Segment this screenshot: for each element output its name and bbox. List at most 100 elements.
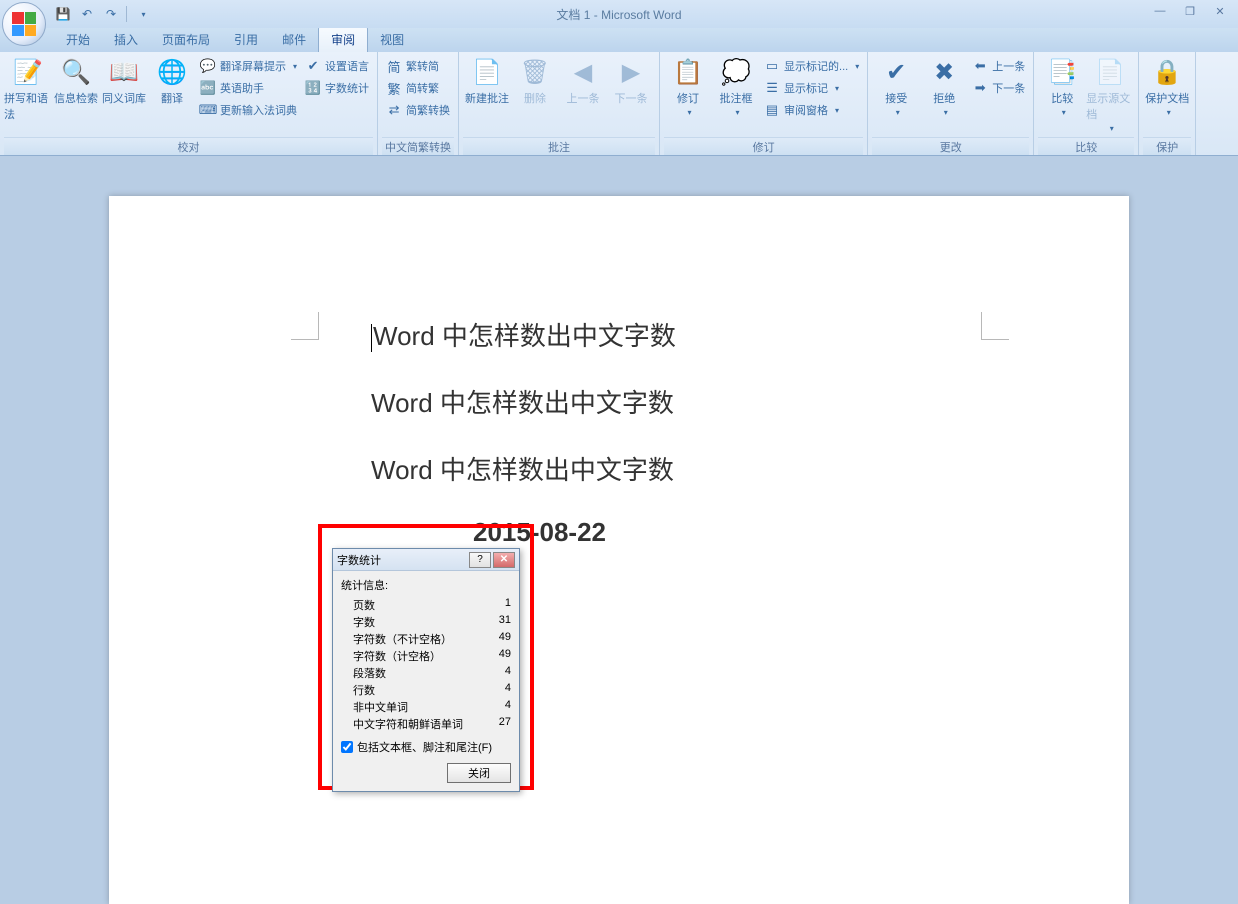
new-comment-button[interactable]: 📄新建批注 — [463, 54, 511, 108]
dialog-title: 字数统计 — [337, 552, 467, 568]
track-changes-button[interactable]: 📋修订 — [664, 54, 712, 119]
set-language-button[interactable]: ✔设置语言 — [301, 56, 373, 76]
protect-label: 保护文档 — [1145, 90, 1189, 106]
tab-review[interactable]: 审阅 — [318, 26, 368, 52]
stat-value: 4 — [505, 665, 511, 681]
research-button[interactable]: 🔍 信息检索 — [52, 54, 100, 108]
quick-access-toolbar: 💾 ↶ ↷ — [54, 5, 151, 23]
accept-button[interactable]: ✔ 接受 — [872, 54, 920, 119]
word-count-icon: 🔢 — [305, 80, 321, 96]
qat-customize-icon[interactable] — [133, 5, 151, 23]
margin-corner-tl — [291, 312, 319, 340]
save-icon[interactable]: 💾 — [54, 5, 72, 23]
tab-page-layout[interactable]: 页面布局 — [150, 27, 222, 52]
minimize-button[interactable]: — — [1146, 2, 1174, 20]
tab-home[interactable]: 开始 — [54, 27, 102, 52]
stat-value: 4 — [505, 682, 511, 698]
convert-button[interactable]: ⇄简繁转换 — [382, 100, 454, 120]
undo-icon[interactable]: ↶ — [78, 5, 96, 23]
group-proofing: 📝 拼写和语法 🔍 信息检索 📖 同义词库 🌐 翻译 💬翻译屏幕提示 🔤英语助手… — [0, 52, 378, 155]
tab-references[interactable]: 引用 — [222, 27, 270, 52]
update-ime-label: 更新输入法词典 — [220, 102, 297, 118]
prev-comment-button[interactable]: ◀上一条 — [559, 54, 607, 108]
group-chinese-label: 中文简繁转换 — [382, 137, 454, 155]
reject-icon: ✖ — [928, 56, 960, 88]
redo-icon[interactable]: ↷ — [102, 5, 120, 23]
next-comment-button[interactable]: ▶下一条 — [607, 54, 655, 108]
stat-label: 页数 — [353, 597, 375, 613]
dialog-titlebar[interactable]: 字数统计 ? ✕ — [333, 549, 519, 571]
tab-mailings[interactable]: 邮件 — [270, 27, 318, 52]
window-title: 文档 1 - Microsoft Word — [556, 6, 681, 23]
accept-label: 接受 — [885, 90, 907, 106]
show-markup-button[interactable]: ☰显示标记 — [760, 78, 863, 98]
reviewing-pane-button[interactable]: ▤审阅窗格 — [760, 100, 863, 120]
spell-check-icon: 📝 — [12, 56, 44, 88]
display-markup-label: 显示标记的... — [784, 58, 848, 74]
track-label: 修订 — [677, 90, 699, 106]
delete-icon: 🗑 — [519, 56, 551, 88]
reject-button[interactable]: ✖拒绝 — [920, 54, 968, 119]
balloons-button[interactable]: 💭批注框 — [712, 54, 760, 119]
compare-button[interactable]: 📑比较 — [1038, 54, 1086, 119]
stat-label: 非中文单词 — [353, 699, 408, 715]
document-page[interactable]: Word 中怎样数出中文字数 Word 中怎样数出中文字数 Word 中怎样数出… — [109, 196, 1129, 904]
prev-change-icon: ⬅ — [972, 58, 988, 74]
translate-icon: 🌐 — [156, 56, 188, 88]
translate-tip-button[interactable]: 💬翻译屏幕提示 — [196, 56, 301, 76]
dialog-close-button[interactable]: ✕ — [493, 552, 515, 568]
prev-comment-label: 上一条 — [567, 90, 600, 106]
group-chinese: 简繁转简 繁简转繁 ⇄简繁转换 中文简繁转换 — [378, 52, 459, 155]
english-helper-button[interactable]: 🔤英语助手 — [196, 78, 301, 98]
translate-tip-label: 翻译屏幕提示 — [220, 58, 286, 74]
stat-row: 字数31 — [341, 614, 511, 631]
doc-line-2: Word 中怎样数出中文字数 — [371, 383, 941, 420]
next-change-button[interactable]: ➡下一条 — [968, 78, 1029, 98]
tab-view[interactable]: 视图 — [368, 27, 416, 52]
ribbon: 📝 拼写和语法 🔍 信息检索 📖 同义词库 🌐 翻译 💬翻译屏幕提示 🔤英语助手… — [0, 52, 1238, 156]
doc-line-1: Word 中怎样数出中文字数 — [371, 316, 941, 353]
group-comments: 📄新建批注 🗑删除 ◀上一条 ▶下一条 批注 — [459, 52, 660, 155]
stat-value: 49 — [499, 631, 511, 647]
include-footnotes-checkbox[interactable]: 包括文本框、脚注和尾注(F) — [341, 739, 511, 755]
office-button[interactable] — [2, 2, 46, 46]
prev-change-button[interactable]: ⬅上一条 — [968, 56, 1029, 76]
display-markup-button[interactable]: ▭显示标记的... — [760, 56, 863, 76]
checkbox-input[interactable] — [341, 741, 353, 753]
thesaurus-button[interactable]: 📖 同义词库 — [100, 54, 148, 108]
sc2tc-icon: 简 — [386, 58, 402, 74]
tooltip-icon: 💬 — [200, 58, 216, 74]
sc2tc-button[interactable]: 简繁转简 — [382, 56, 454, 76]
spell-grammar-button[interactable]: 📝 拼写和语法 — [4, 54, 52, 124]
tc2sc-icon: 繁 — [386, 80, 402, 96]
document-area[interactable]: Word 中怎样数出中文字数 Word 中怎样数出中文字数 Word 中怎样数出… — [0, 156, 1238, 904]
dialog-close-ok-button[interactable]: 关闭 — [447, 763, 511, 783]
convert-label: 简繁转换 — [406, 102, 450, 118]
next-comment-label: 下一条 — [615, 90, 648, 106]
language-icon: ✔ — [305, 58, 321, 74]
source-doc-button[interactable]: 📄显示源文档 — [1086, 54, 1134, 135]
dialog-help-button[interactable]: ? — [469, 552, 491, 568]
translate-button[interactable]: 🌐 翻译 — [148, 54, 196, 108]
protect-doc-button[interactable]: 🔒保护文档 — [1143, 54, 1191, 119]
stat-row: 中文字符和朝鲜语单词27 — [341, 716, 511, 733]
balloon-icon: 💭 — [720, 56, 752, 88]
tab-insert[interactable]: 插入 — [102, 27, 150, 52]
update-ime-button[interactable]: ⌨更新输入法词典 — [196, 100, 301, 120]
thesaurus-icon: 📖 — [108, 56, 140, 88]
compare-label: 比较 — [1051, 90, 1073, 106]
group-proofing-label: 校对 — [4, 137, 373, 155]
new-comment-label: 新建批注 — [465, 90, 509, 106]
word-count-button[interactable]: 🔢字数统计 — [301, 78, 373, 98]
stat-value: 27 — [499, 716, 511, 732]
close-button[interactable]: ✕ — [1206, 2, 1234, 20]
delete-comment-button[interactable]: 🗑删除 — [511, 54, 559, 108]
tc2sc-button[interactable]: 繁简转繁 — [382, 78, 454, 98]
window-controls: — ❐ ✕ — [1146, 2, 1234, 20]
group-compare: 📑比较 📄显示源文档 比较 — [1034, 52, 1139, 155]
maximize-button[interactable]: ❐ — [1176, 2, 1204, 20]
convert-icon: ⇄ — [386, 102, 402, 118]
stat-row: 段落数4 — [341, 665, 511, 682]
group-protect-label: 保护 — [1143, 137, 1191, 155]
accept-icon: ✔ — [880, 56, 912, 88]
